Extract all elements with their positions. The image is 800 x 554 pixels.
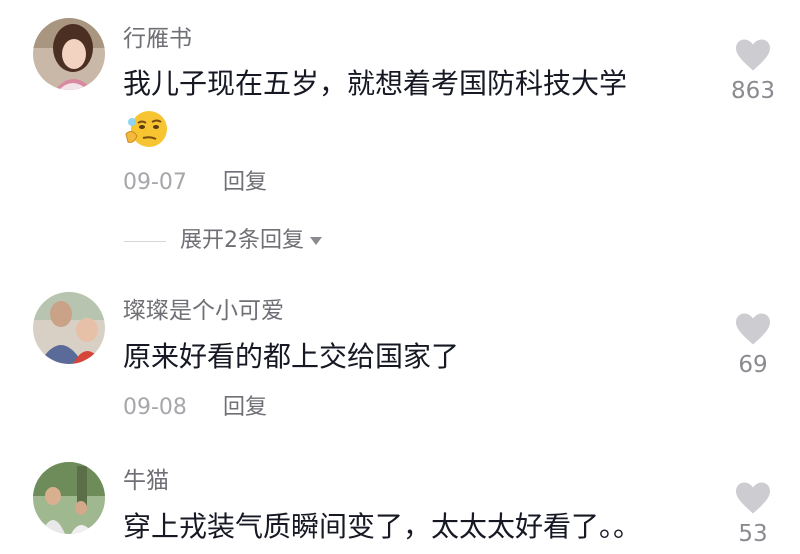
avatar[interactable] [33,462,105,534]
thinking-face-emoji-icon [124,108,170,150]
comment-username[interactable]: 行雁书 [123,28,192,51]
comment-meta: 09-07 回复 [123,172,267,194]
expand-replies-button[interactable]: 展开2条回复 [124,230,322,252]
like-button[interactable]: 863 [726,38,780,103]
chevron-down-icon [310,237,322,245]
divider [124,240,166,242]
comment-text: 我儿子现在五岁，就想着考国防科技大学 [123,67,628,100]
like-count: 53 [738,521,768,547]
reply-button[interactable]: 回复 [223,170,267,195]
reply-button[interactable]: 回复 [223,395,267,420]
comment-username[interactable]: 璨璨是个小可爱 [123,300,284,323]
like-button[interactable]: 69 [726,312,780,377]
expand-replies-label: 展开2条回复 [180,228,304,253]
like-count: 863 [731,78,775,104]
comment-username[interactable]: 牛猫 [123,470,169,493]
comment-date: 09-08 [123,395,187,420]
like-button[interactable]: 53 [726,481,780,546]
heart-icon [736,313,770,345]
comment-text: 原来好看的都上交给国家了 [123,340,460,373]
avatar[interactable] [33,292,105,364]
avatar[interactable] [33,18,105,90]
heart-icon [736,39,770,71]
heart-icon [736,482,770,514]
like-count: 69 [738,352,768,378]
comment-meta: 09-08 回复 [123,397,267,419]
comment-date: 09-07 [123,170,187,195]
comment-text: 穿上戎装气质瞬间变了，太太太好看了。。 [123,510,642,543]
